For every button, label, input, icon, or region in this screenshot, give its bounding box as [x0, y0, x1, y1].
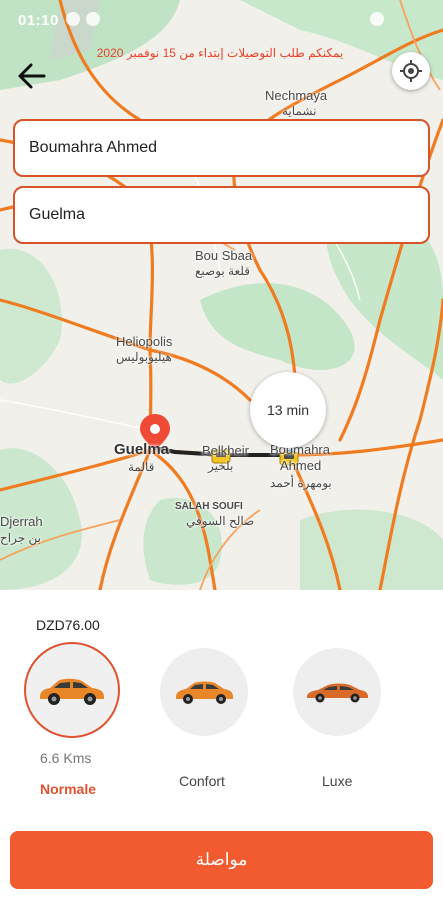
back-arrow-icon	[18, 63, 46, 89]
map-view[interactable]: 01:10 يمكنكم طلب التوصيلات إبتداء من 15 …	[0, 0, 443, 590]
crosshair-icon	[400, 60, 422, 82]
map-label-guelma: Guelma	[114, 441, 170, 458]
map-label-djerrah-ar: بن جراح	[0, 531, 41, 545]
trip-distance: 6.6 Kms	[40, 750, 92, 766]
pickup-address-field[interactable]: Boumahra Ahmed	[13, 119, 430, 177]
map-label-salah-soufi: SALAH SOUFI	[175, 501, 243, 512]
map-label-salah-soufi-ar: صالح السوفي	[186, 514, 255, 528]
map-label-boumahra-ar: بومهرة أحمد	[270, 476, 332, 490]
car-option-normale[interactable]	[24, 642, 120, 738]
status-alert-icon	[86, 12, 100, 26]
map-label-nechmaya: Nechmaya	[265, 88, 328, 103]
car-option-confort[interactable]	[160, 648, 248, 736]
map-label-bou-sbaa: Bou Sbaa	[195, 248, 253, 263]
status-notification-icon	[66, 12, 80, 26]
my-location-button[interactable]	[392, 52, 430, 90]
car-icon	[176, 681, 233, 704]
map-label-bou-sbaa-ar: قلعة بوصبع	[195, 264, 251, 278]
car-option-confort-circle	[160, 648, 248, 736]
fare-price: DZD76.00	[36, 617, 100, 633]
map-label-ahmed: Ahmed	[280, 458, 322, 473]
map-label-belkheir: Belkheir	[202, 443, 249, 458]
map-label-heliopolis-ar: هيليوبوليس	[116, 350, 172, 364]
map-label-djerrah: Djerrah	[0, 514, 43, 529]
car-option-confort-label[interactable]: Confort	[179, 773, 225, 789]
eta-bubble: 13 min	[250, 372, 326, 448]
car-option-luxe-label[interactable]: Luxe	[322, 773, 352, 789]
car-option-luxe[interactable]	[293, 648, 381, 736]
destination-address-field[interactable]: Guelma	[13, 186, 430, 244]
car-option-normale-label[interactable]: Normale	[40, 781, 96, 797]
map-label-heliopolis: Heliopolis	[116, 334, 173, 349]
status-bar-time: 01:10	[18, 12, 59, 29]
availability-notice: يمكنكم طلب التوصيلات إبتداء من 15 نوفمبر…	[96, 46, 344, 60]
car-icon	[307, 683, 368, 703]
continue-button[interactable]: مواصلة	[10, 831, 433, 889]
back-button[interactable]	[12, 56, 52, 96]
car-option-normale-circle	[24, 642, 120, 738]
map-label-nechmaya-ar: نشماية	[282, 104, 317, 118]
car-icon	[40, 678, 104, 705]
map-label-guelma-ar: قالمة	[128, 460, 155, 474]
map-label-belkheir-ar: بلخير	[208, 459, 234, 473]
status-battery-icon	[370, 12, 384, 26]
car-option-luxe-circle	[293, 648, 381, 736]
